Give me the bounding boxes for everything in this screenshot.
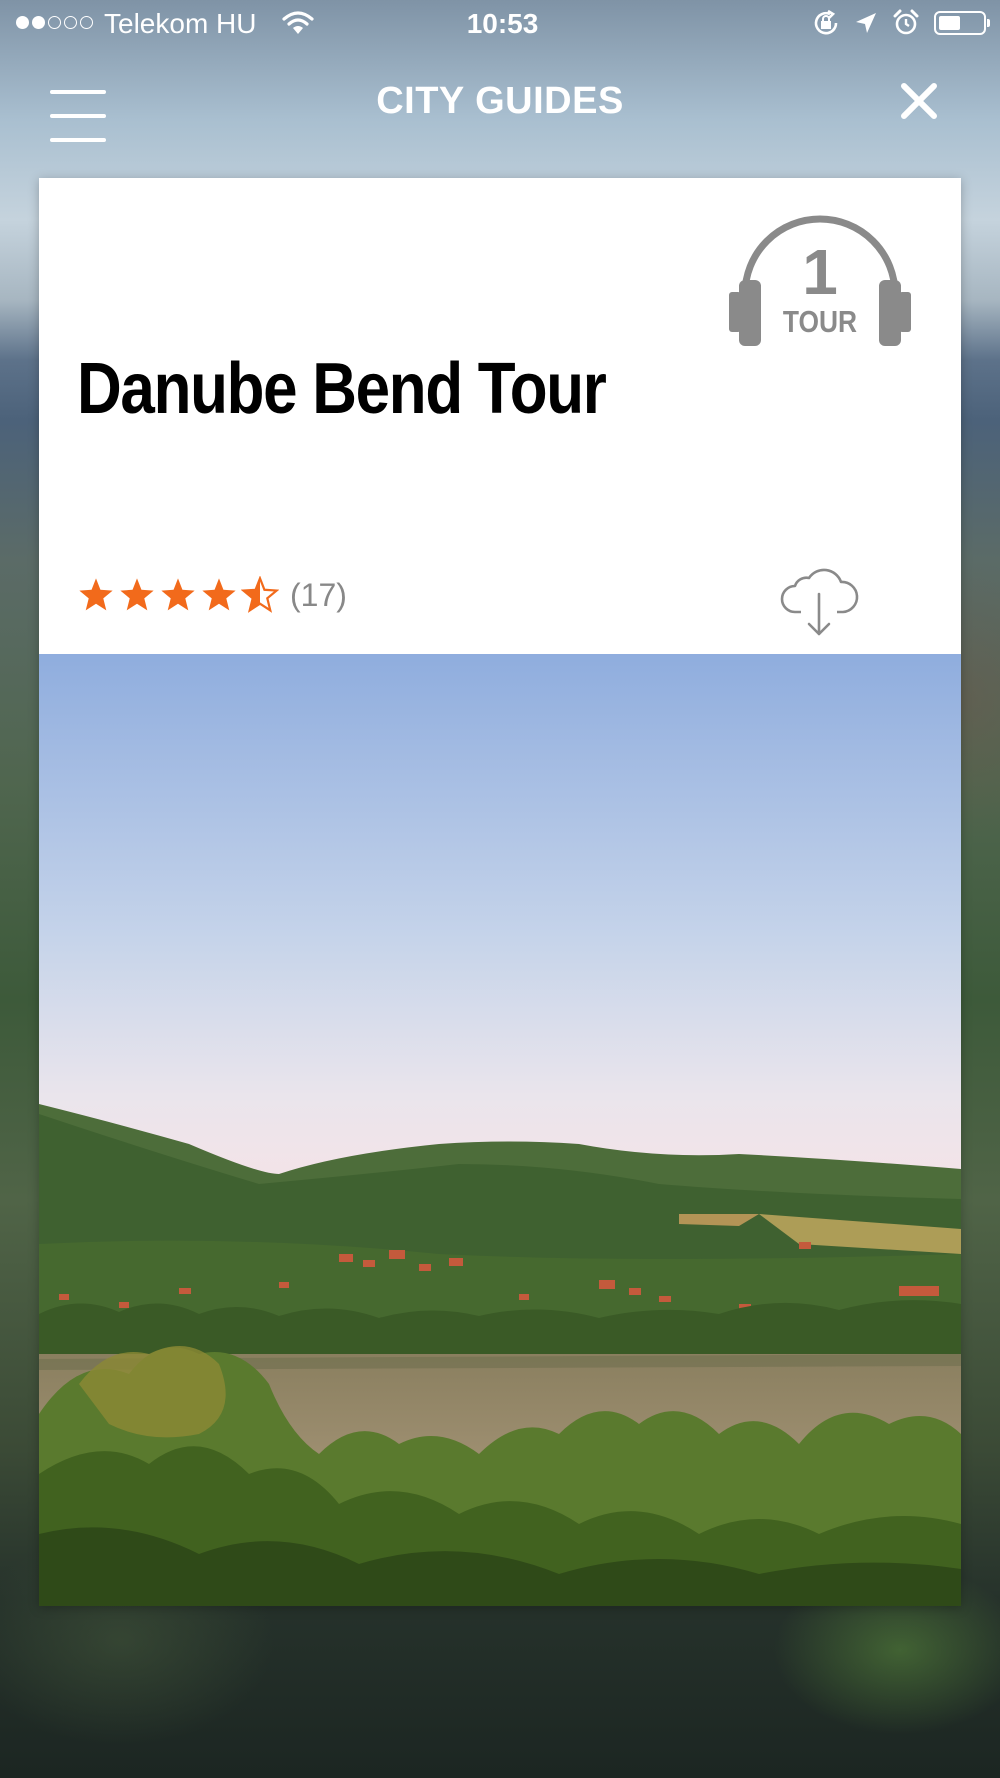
- star-full-icon: [79, 578, 113, 611]
- tour-count-number: 1: [802, 236, 838, 308]
- cloud-download-icon[interactable]: [779, 560, 859, 638]
- location-arrow-icon: [856, 13, 876, 33]
- navigation-bar: CITY GUIDES: [0, 62, 1000, 142]
- close-icon[interactable]: [898, 80, 940, 122]
- battery-icon: [934, 11, 990, 35]
- tour-card-header: 1 TOUR Danube Bend Tour (17): [39, 178, 961, 654]
- page-title: CITY GUIDES: [376, 80, 624, 122]
- rating-count: (17): [290, 576, 347, 613]
- orientation-lock-icon: [814, 9, 838, 35]
- star-full-icon: [161, 578, 195, 611]
- tour-cover-image: [39, 654, 961, 1606]
- tour-count-label: TOUR: [782, 304, 858, 339]
- status-bar: Telekom HU 10:53: [0, 0, 1000, 52]
- tour-title: Danube Bend Tour: [77, 349, 607, 429]
- alarm-icon: [893, 9, 919, 35]
- star-half-icon: [241, 576, 279, 613]
- star-rating: (17): [77, 576, 347, 614]
- star-full-icon: [202, 578, 236, 611]
- star-full-icon: [120, 578, 154, 611]
- tour-count-badge: 1 TOUR: [725, 204, 915, 352]
- tour-card[interactable]: 1 TOUR Danube Bend Tour (17): [39, 178, 961, 1606]
